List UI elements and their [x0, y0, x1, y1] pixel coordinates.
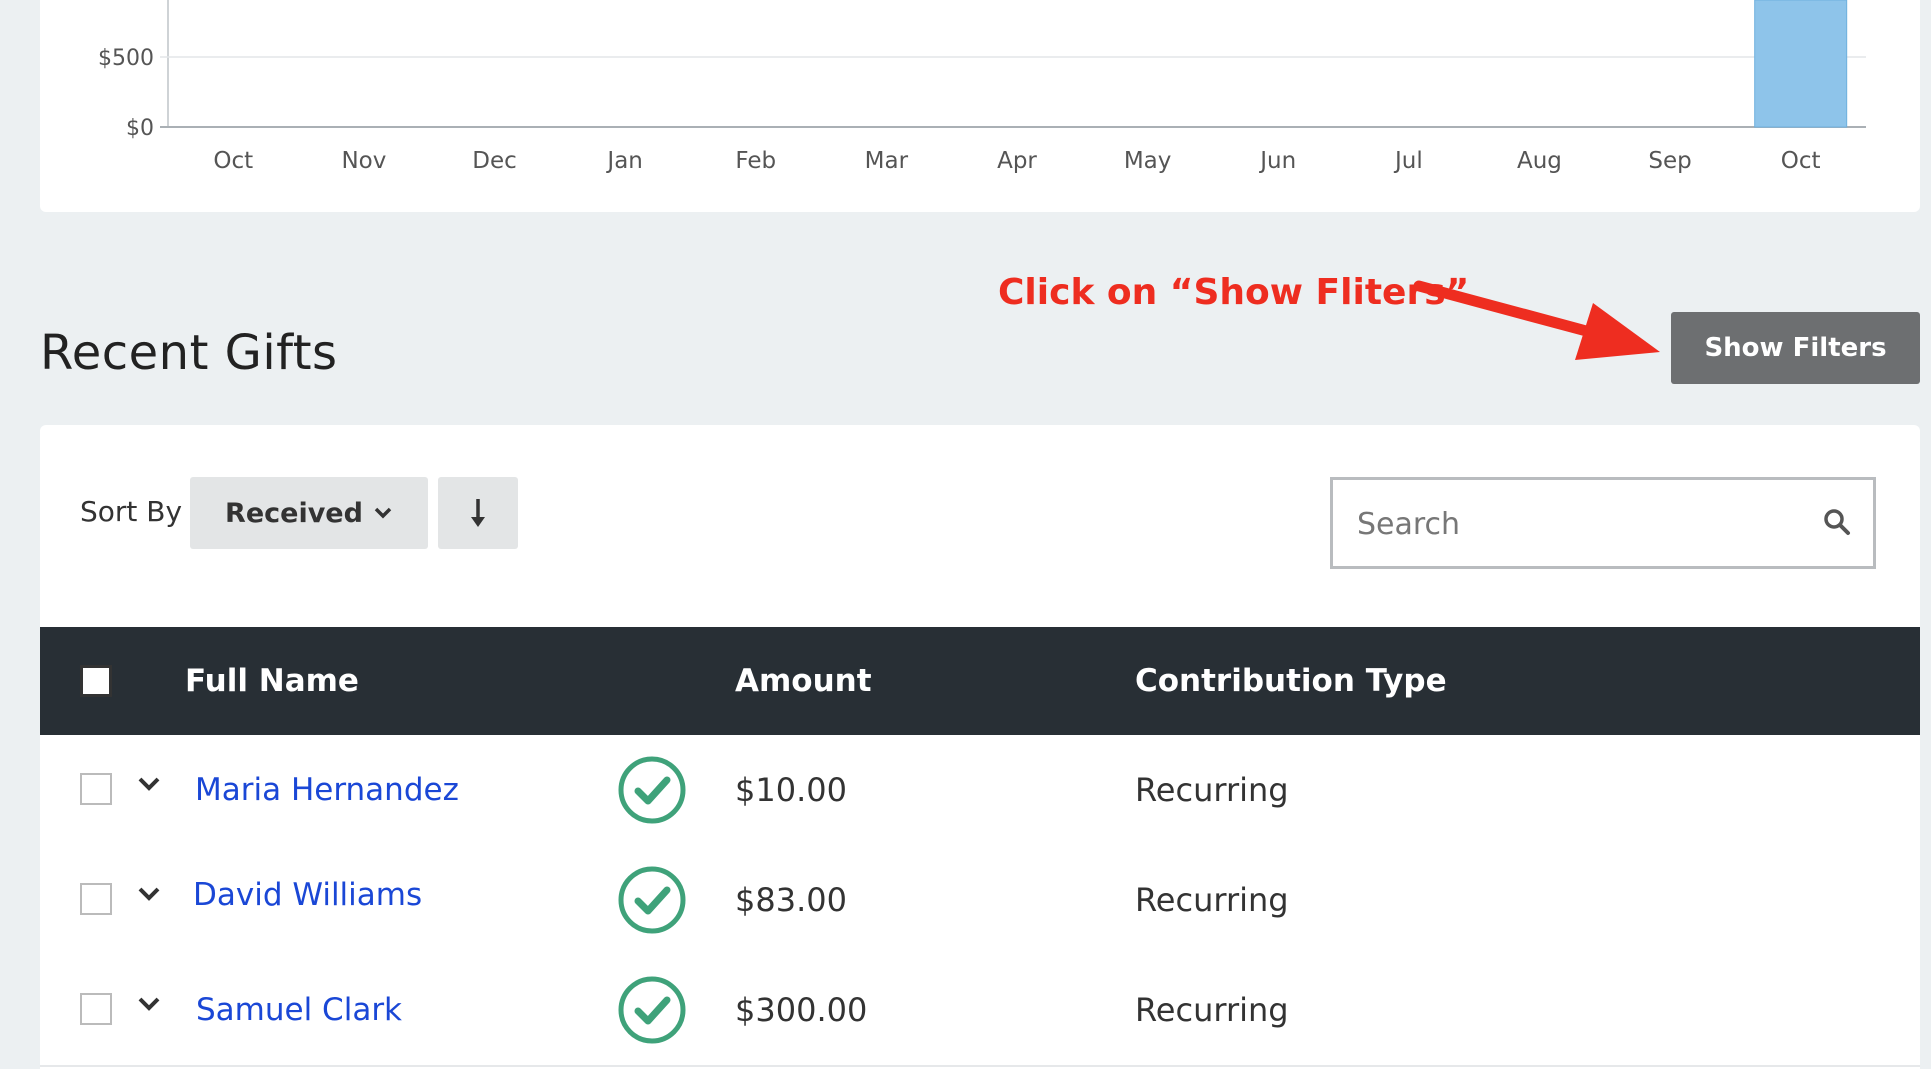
x-tick-label: Jul — [1393, 148, 1423, 174]
x-tick-label: Feb — [735, 148, 776, 174]
sort-by-value: Received — [225, 497, 363, 529]
gift-amount: $300.00 — [735, 991, 868, 1029]
table-header: Full Name Amount Contribution Type — [40, 627, 1920, 735]
page-title: Recent Gifts — [40, 325, 338, 381]
column-full-name[interactable]: Full Name — [185, 663, 359, 699]
search-input[interactable] — [1355, 500, 1799, 548]
select-all-checkbox[interactable] — [80, 665, 112, 697]
gifts-bar-chart: $0 $500 Oct Nov Dec Jan Feb Mar Apr May Jun Jul Aug S… — [98, 0, 1866, 174]
sort-by-label: Sort By — [80, 495, 183, 528]
row-checkbox[interactable] — [80, 993, 112, 1025]
status-check-icon — [618, 866, 686, 934]
contribution-type: Recurring — [1135, 991, 1289, 1029]
x-tick-label: Jan — [605, 148, 642, 174]
donor-name-link[interactable]: Maria Hernandez — [195, 772, 459, 808]
contribution-type: Recurring — [1135, 881, 1289, 919]
instruction-annotation: Click on “Show Fliters” — [998, 272, 1470, 313]
expand-chevron-icon[interactable] — [136, 885, 162, 903]
x-tick-label: Oct — [213, 148, 253, 174]
table-row: Samuel Clark $300.00 Recurring — [40, 955, 1920, 1067]
column-contribution-type[interactable]: Contribution Type — [1135, 663, 1447, 699]
gift-amount: $10.00 — [735, 771, 847, 809]
chevron-down-icon — [374, 507, 392, 519]
table-row: Maria Hernandez $10.00 Recurring — [40, 735, 1920, 847]
x-tick-label: Mar — [865, 148, 909, 174]
x-tick-label: Oct — [1781, 148, 1821, 174]
column-amount[interactable]: Amount — [735, 663, 872, 699]
x-tick-label: Sep — [1648, 148, 1691, 174]
sort-direction-button[interactable] — [438, 477, 518, 549]
x-tick-label: Dec — [472, 148, 517, 174]
contribution-type: Recurring — [1135, 771, 1289, 809]
donor-name-link[interactable]: Samuel Clark — [196, 992, 402, 1028]
expand-chevron-icon[interactable] — [136, 775, 162, 793]
x-tick-label: Jun — [1258, 148, 1296, 174]
table-row: David Williams $83.00 Recurring — [40, 845, 1920, 957]
row-checkbox[interactable] — [80, 883, 112, 915]
arrow-down-icon — [471, 499, 485, 527]
sort-by-select[interactable]: Received — [190, 477, 428, 549]
donor-name-link[interactable]: David Williams — [193, 877, 422, 913]
row-checkbox[interactable] — [80, 773, 112, 805]
search-box — [1330, 477, 1876, 569]
y-tick-label: $0 — [126, 116, 154, 141]
x-tick-label: May — [1124, 148, 1172, 174]
status-check-icon — [618, 756, 686, 824]
chart-bar — [1754, 0, 1848, 128]
show-filters-button[interactable]: Show Filters — [1671, 312, 1920, 384]
status-check-icon — [618, 976, 686, 1044]
x-tick-label: Aug — [1517, 148, 1562, 174]
gift-amount: $83.00 — [735, 881, 847, 919]
gifts-chart-card: $0 $500 Oct Nov Dec Jan Feb Mar Apr May Jun Jul Aug S… — [40, 0, 1920, 212]
recent-gifts-panel: Sort By Received Full Name Amount Contri… — [40, 425, 1920, 1069]
x-tick-label: Nov — [341, 148, 386, 174]
annotation-arrow-icon — [1413, 280, 1660, 360]
expand-chevron-icon[interactable] — [136, 995, 162, 1013]
y-tick-label: $500 — [98, 46, 154, 71]
x-tick-label: Apr — [997, 148, 1037, 174]
search-icon[interactable] — [1823, 508, 1851, 536]
